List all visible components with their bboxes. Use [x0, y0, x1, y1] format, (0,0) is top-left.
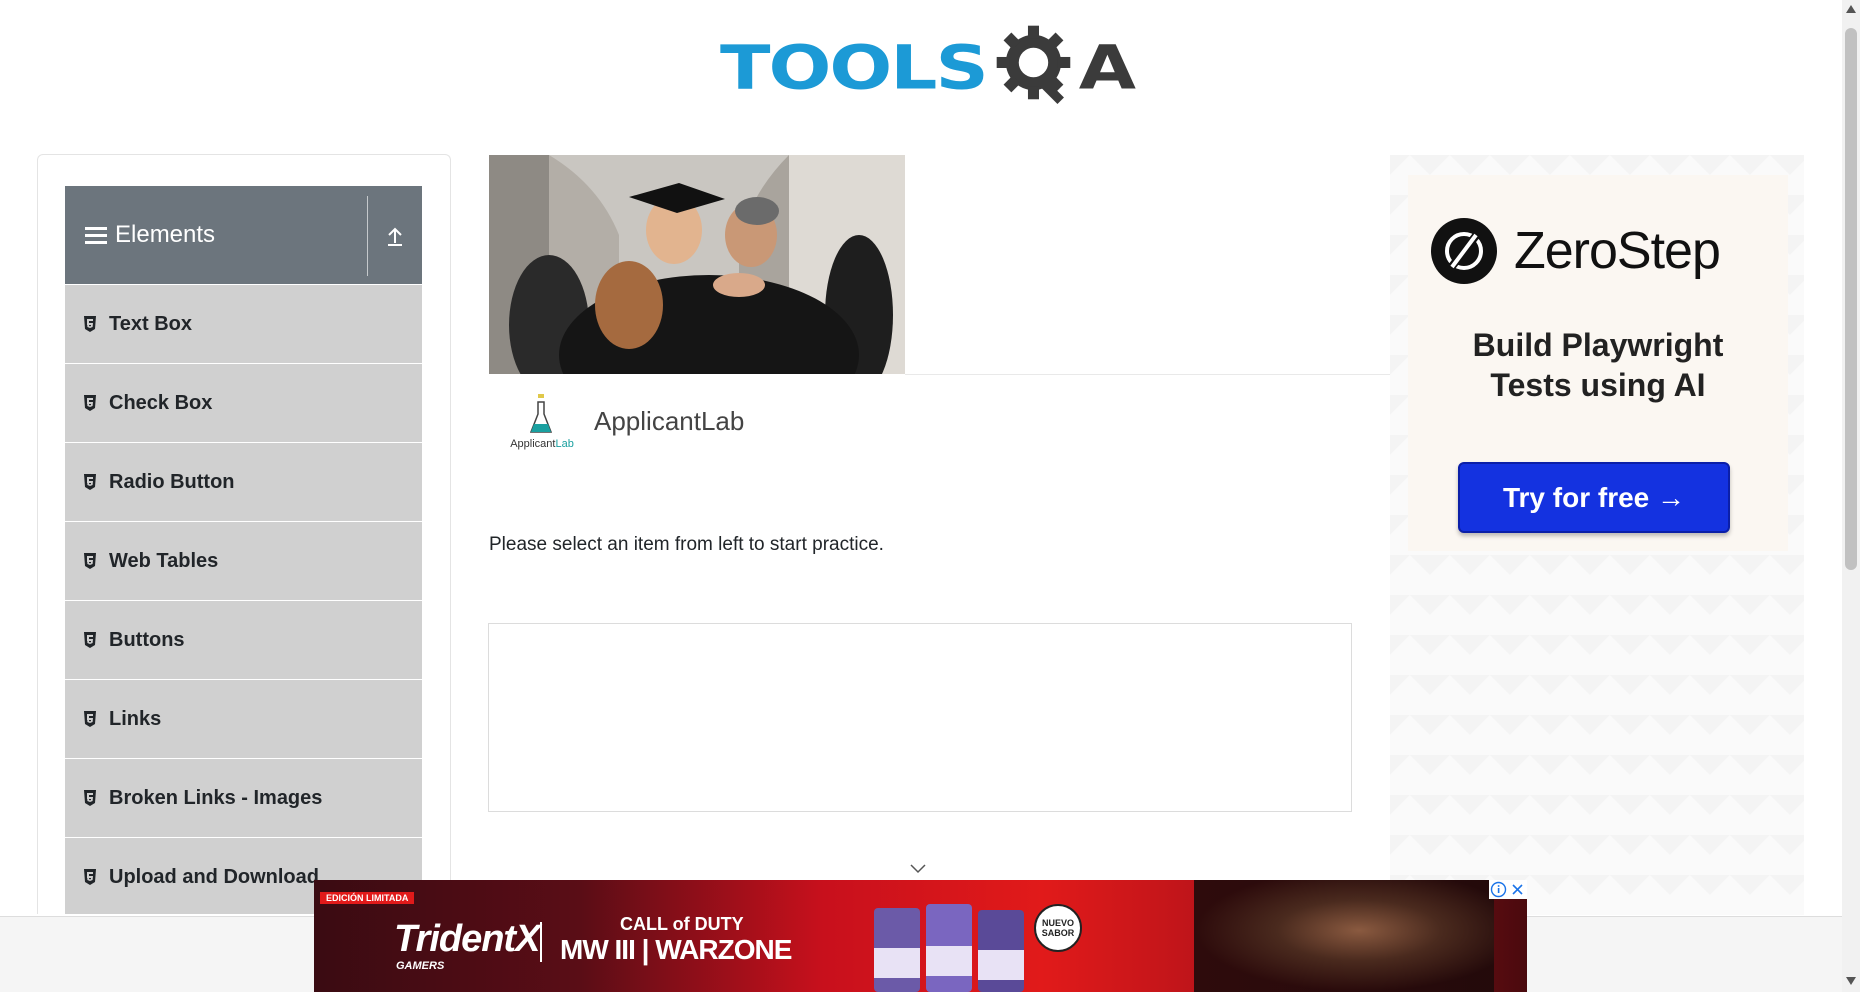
header-divider — [367, 196, 368, 276]
toolsqa-logo[interactable]: TOOLS A — [720, 18, 1136, 118]
ad-game-title: MW III | WARZONE — [560, 934, 792, 965]
elements-menu-list: Text Box Check Box Radio Button Web Tabl… — [65, 285, 422, 914]
scrollbar-thumb[interactable] — [1845, 28, 1857, 570]
right-ad[interactable]: ZeroStep Build Playwright Tests using AI… — [1390, 155, 1804, 915]
ad-brand-trident: TridentX — [394, 918, 540, 960]
sidebar-item-label: Broken Links - Images — [109, 786, 323, 809]
html5-icon — [84, 395, 96, 411]
sidebar-item-buttons[interactable]: Buttons — [65, 601, 422, 680]
bottom-banner-ad[interactable]: EDICIÓN LIMITADA TridentX GAMERS CALL of… — [314, 880, 1527, 992]
logo-text-tools: TOOLS — [720, 32, 989, 104]
collapse-up-icon[interactable] — [383, 224, 407, 248]
html5-icon — [84, 553, 96, 569]
sponsor-name: ApplicantLab — [594, 405, 745, 436]
try-for-free-button[interactable]: Try for free → — [1458, 462, 1730, 533]
ad-headline-line1: Build Playwright — [1472, 327, 1724, 363]
content-placeholder-box — [488, 623, 1352, 812]
ad-headline-line2: Tests using AI — [1490, 367, 1706, 403]
ad-soldier-image — [1194, 880, 1494, 992]
zerostep-ad-card: ZeroStep Build Playwright Tests using AI… — [1408, 175, 1788, 551]
banner-divider — [905, 374, 1390, 375]
ad-info-icon[interactable] — [1489, 880, 1508, 899]
html5-icon — [84, 632, 96, 648]
applicantlab-logo-caption: ApplicantLab — [510, 438, 574, 450]
sidebar-item-links[interactable]: Links — [65, 680, 422, 759]
ad-brand-sub: GAMERS — [396, 960, 445, 972]
sidebar-item-label: Upload and Download — [109, 865, 319, 888]
sponsor-applicantlab[interactable]: ApplicantLab ApplicantLab — [500, 390, 744, 452]
gear-magnifier-icon — [996, 25, 1071, 105]
sidebar-item-broken-links-images[interactable]: Broken Links - Images — [65, 759, 422, 838]
chevron-down-icon[interactable] — [908, 862, 928, 876]
page-scrollbar[interactable] — [1842, 0, 1860, 992]
product-jars-image — [874, 904, 1024, 992]
sidebar-item-check-box[interactable]: Check Box — [65, 364, 422, 443]
elements-group-header[interactable]: Elements — [65, 186, 422, 284]
applicantlab-logo: ApplicantLab — [500, 390, 584, 452]
scroll-down-arrow-icon[interactable] — [1846, 977, 1856, 985]
zerostep-logo-icon — [1431, 218, 1497, 284]
sidebar-item-label: Radio Button — [109, 470, 235, 493]
ad-close-icon[interactable] — [1508, 880, 1527, 899]
sidebar-item-web-tables[interactable]: Web Tables — [65, 522, 422, 601]
sidebar-item-label: Buttons — [109, 628, 185, 651]
html5-icon — [84, 790, 96, 806]
ad-tag: EDICIÓN LIMITADA — [320, 892, 415, 904]
ad-badge: NUEVO SABOR — [1034, 904, 1082, 952]
flask-icon — [530, 394, 552, 433]
banner-photo[interactable] — [489, 155, 905, 374]
sidebar-item-label: Text Box — [109, 312, 192, 335]
group-title: Elements — [115, 221, 216, 248]
zerostep-brand-name: ZeroStep — [1514, 222, 1721, 280]
html5-icon — [84, 711, 96, 727]
ad-game-top: CALL of DUTY — [620, 914, 744, 934]
ad-divider — [540, 922, 542, 962]
sidebar-item-text-box[interactable]: Text Box — [65, 285, 422, 364]
left-panel: Elements Text Box Check Box Radio Button… — [37, 154, 451, 914]
logo-text-a: A — [1078, 32, 1137, 104]
sidebar-item-label: Check Box — [109, 391, 213, 414]
sidebar-item-label: Links — [109, 707, 162, 730]
html5-icon — [84, 474, 96, 490]
instruction-text: Please select an item from left to start… — [489, 534, 884, 555]
zerostep-brand: ZeroStep — [1430, 217, 1721, 285]
sidebar-item-label: Web Tables — [109, 549, 219, 572]
html5-icon — [84, 316, 96, 332]
html5-icon — [84, 869, 96, 885]
ad-headline: Build Playwright Tests using AI — [1408, 325, 1788, 405]
menu-icon — [85, 226, 107, 244]
page: TOOLS A Elements Text Box Check Box Radi… — [0, 0, 1860, 992]
sidebar-item-radio-button[interactable]: Radio Button — [65, 443, 422, 522]
scroll-up-arrow-icon[interactable] — [1846, 5, 1856, 13]
